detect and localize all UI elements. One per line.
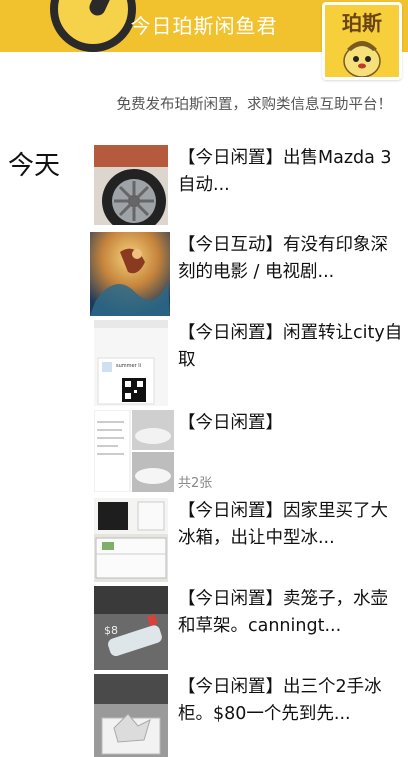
car-wheel-image: [94, 145, 168, 225]
list-item[interactable]: 【今日闲置】出售Mazda 3 自动...: [94, 145, 408, 225]
image-count-badge: 共2张: [178, 476, 213, 491]
mascot-icon: [343, 41, 381, 77]
qr-owner-name: summer li: [116, 363, 142, 369]
list-item[interactable]: 【今日闲置】出三个2手冰柜。$80一个先到先...: [94, 674, 408, 757]
list-item[interactable]: summer li 【今日闲置】闲置转让city自取: [94, 320, 408, 408]
item-thumbnail: summer li: [94, 320, 168, 406]
price-tag: $8: [104, 624, 118, 637]
fridge-image: [94, 498, 168, 582]
item-thumbnail: $8: [94, 586, 168, 670]
fantasy-illustration-image: [90, 232, 170, 316]
item-title[interactable]: 【今日闲置】: [178, 410, 404, 437]
item-thumbnail: [94, 674, 168, 757]
list-item[interactable]: 【今日闲置】 共2张: [94, 410, 408, 496]
item-title[interactable]: 【今日闲置】闲置转让city自取: [178, 320, 404, 374]
item-thumbnail: [94, 145, 168, 225]
list-item[interactable]: $8 【今日闲置】卖笼子，水壶和草架。canningt...: [94, 586, 408, 672]
item-thumbnail: [90, 232, 170, 316]
item-title[interactable]: 【今日闲置】因家里买了大冰箱，出让中型冰...: [178, 498, 404, 552]
list-item[interactable]: 【今日互动】有没有印象深刻的电影 / 电视剧...: [90, 232, 408, 318]
item-title[interactable]: 【今日闲置】卖笼子，水壶和草架。canningt...: [178, 586, 404, 640]
section-label-today: 今天: [8, 151, 61, 181]
freezer-image: [94, 674, 168, 757]
tagline-text: 免费发布珀斯闲置，求购类信息互助平台！: [116, 97, 393, 113]
item-thumbnail-grid: [94, 410, 174, 492]
item-title[interactable]: 【今日闲置】出三个2手冰柜。$80一个先到先...: [178, 674, 404, 728]
list-item[interactable]: 【今日闲置】因家里买了大冰箱，出让中型冰...: [94, 498, 408, 584]
item-title[interactable]: 【今日互动】有没有印象深刻的电影 / 电视剧...: [178, 232, 404, 286]
item-title[interactable]: 【今日闲置】出售Mazda 3 自动...: [178, 145, 404, 199]
brand-logo[interactable]: 珀斯: [322, 2, 402, 80]
item-thumbnail: [94, 498, 168, 582]
car-photos-image: [94, 410, 174, 492]
